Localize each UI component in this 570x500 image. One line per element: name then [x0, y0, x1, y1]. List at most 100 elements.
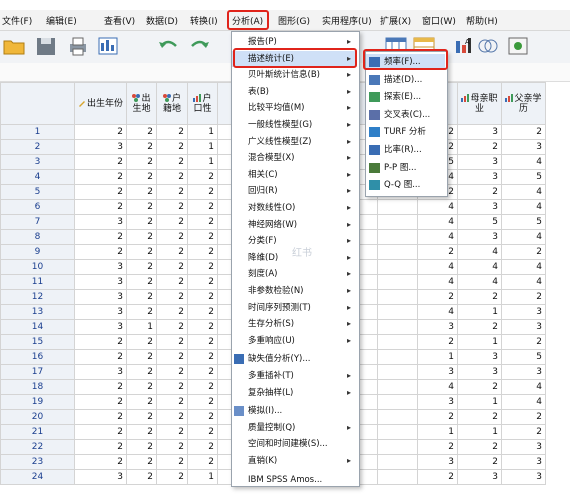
data-cell[interactable]: 2	[126, 469, 157, 485]
data-cell[interactable]	[377, 349, 418, 365]
analyze-menu-item[interactable]: IBM SPSS Amos...	[232, 472, 357, 488]
col-header-hukou-type[interactable]: 户口性	[187, 82, 218, 125]
data-cell[interactable]: 2	[187, 274, 218, 290]
data-cell[interactable]: 4	[457, 244, 502, 260]
data-cell[interactable]: 2	[156, 379, 188, 395]
data-cell[interactable]: 3	[74, 304, 127, 320]
data-cell[interactable]	[377, 274, 418, 290]
data-cell[interactable]: 2	[457, 319, 502, 335]
data-cell[interactable]: 2	[126, 454, 157, 470]
data-cell[interactable]: 2	[126, 349, 157, 365]
data-cell[interactable]: 2	[417, 409, 458, 425]
row-number[interactable]: 9	[0, 244, 75, 260]
submenu-item[interactable]: 交叉表(C)...	[366, 107, 445, 123]
data-cell[interactable]: 2	[156, 184, 188, 200]
data-cell[interactable]: 3	[74, 319, 127, 335]
data-cell[interactable]: 4	[417, 274, 458, 290]
data-cell[interactable]: 3	[501, 364, 546, 380]
data-cell[interactable]: 3	[74, 139, 127, 155]
data-cell[interactable]: 2	[417, 289, 458, 305]
data-cell[interactable]: 3	[457, 349, 502, 365]
row-number[interactable]: 6	[0, 199, 75, 215]
col-header-father-education[interactable]: 父亲学历	[501, 82, 546, 125]
analyze-menu-item[interactable]: 生存分析(S) ▸	[232, 316, 357, 332]
data-cell[interactable]: 3	[417, 319, 458, 335]
col-header-birthplace[interactable]: 出生地	[126, 82, 157, 125]
menu-help[interactable]: 帮助(H)	[466, 14, 498, 27]
data-cell[interactable]: 2	[74, 169, 127, 185]
data-cell[interactable]: 2	[126, 334, 157, 350]
data-cell[interactable]: 2	[156, 274, 188, 290]
data-cell[interactable]: 2	[126, 259, 157, 275]
data-cell[interactable]: 2	[187, 169, 218, 185]
data-cell[interactable]	[377, 409, 418, 425]
data-cell[interactable]: 5	[501, 169, 546, 185]
data-cell[interactable]: 2	[74, 184, 127, 200]
data-cell[interactable]: 2	[501, 334, 546, 350]
data-cell[interactable]: 3	[457, 364, 502, 380]
row-number[interactable]: 12	[0, 289, 75, 305]
data-cell[interactable]: 1	[457, 334, 502, 350]
data-cell[interactable]: 2	[501, 244, 546, 260]
data-cell[interactable]: 2	[126, 439, 157, 455]
row-number[interactable]: 15	[0, 334, 75, 350]
data-cell[interactable]: 3	[74, 469, 127, 485]
data-cell[interactable]: 2	[74, 394, 127, 410]
data-cell[interactable]: 4	[457, 274, 502, 290]
data-cell[interactable]: 4	[417, 304, 458, 320]
submenu-item[interactable]: 描述(D)...	[366, 72, 445, 88]
undo-icon[interactable]	[156, 35, 180, 57]
data-cell[interactable]	[377, 199, 418, 215]
open-folder-icon[interactable]	[2, 35, 26, 57]
data-cell[interactable]: 3	[457, 169, 502, 185]
data-cell[interactable]: 2	[156, 304, 188, 320]
menu-transform[interactable]: 转换(I)	[190, 14, 218, 27]
redo-icon[interactable]	[188, 35, 212, 57]
row-number[interactable]: 11	[0, 274, 75, 290]
data-cell[interactable]: 2	[156, 169, 188, 185]
data-cell[interactable]: 2	[126, 139, 157, 155]
data-cell[interactable]: 2	[156, 244, 188, 260]
analyze-menu-item[interactable]: 时间序列预测(T) ▸	[232, 300, 357, 316]
data-cell[interactable]: 2	[156, 409, 188, 425]
row-number[interactable]: 17	[0, 364, 75, 380]
data-cell[interactable]: 2	[74, 349, 127, 365]
data-cell[interactable]: 2	[126, 394, 157, 410]
data-cell[interactable]: 2	[74, 379, 127, 395]
data-cell[interactable]: 1	[417, 349, 458, 365]
data-cell[interactable]: 2	[74, 454, 127, 470]
data-cell[interactable]: 2	[74, 124, 127, 140]
analyze-menu-item[interactable]: 一般线性模型(G) ▸	[232, 117, 357, 133]
data-cell[interactable]: 4	[501, 229, 546, 245]
analyze-menu-item[interactable]: 空间和时间建模(S)...	[232, 436, 357, 452]
data-cell[interactable]	[377, 469, 418, 485]
data-cell[interactable]: 2	[74, 154, 127, 170]
data-cell[interactable]	[377, 319, 418, 335]
data-cell[interactable]: 3	[74, 214, 127, 230]
data-cell[interactable]: 2	[74, 229, 127, 245]
data-cell[interactable]: 2	[156, 214, 188, 230]
row-number[interactable]: 4	[0, 169, 75, 185]
data-cell[interactable]: 4	[501, 379, 546, 395]
data-cell[interactable]: 2	[156, 259, 188, 275]
data-cell[interactable]	[377, 394, 418, 410]
col-header-hukou-place[interactable]: 户籍地	[156, 82, 188, 125]
data-cell[interactable]: 2	[126, 154, 157, 170]
data-cell[interactable]: 4	[501, 394, 546, 410]
data-cell[interactable]: 2	[126, 409, 157, 425]
data-cell[interactable]: 2	[156, 289, 188, 305]
data-cell[interactable]: 2	[501, 289, 546, 305]
data-cell[interactable]: 2	[126, 169, 157, 185]
row-number[interactable]: 21	[0, 424, 75, 440]
data-cell[interactable]: 3	[457, 124, 502, 140]
data-cell[interactable]: 2	[156, 364, 188, 380]
analyze-menu-item[interactable]: 回归(R) ▸	[232, 183, 357, 199]
data-cell[interactable]	[377, 304, 418, 320]
row-number[interactable]: 23	[0, 454, 75, 470]
col-header-mother-occupation[interactable]: 母亲职业	[457, 82, 502, 125]
analyze-menu-item[interactable]: 混合模型(X) ▸	[232, 150, 357, 166]
data-cell[interactable]: 1	[187, 124, 218, 140]
row-number[interactable]: 19	[0, 394, 75, 410]
data-cell[interactable]: 3	[417, 394, 458, 410]
data-cell[interactable]: 2	[187, 379, 218, 395]
